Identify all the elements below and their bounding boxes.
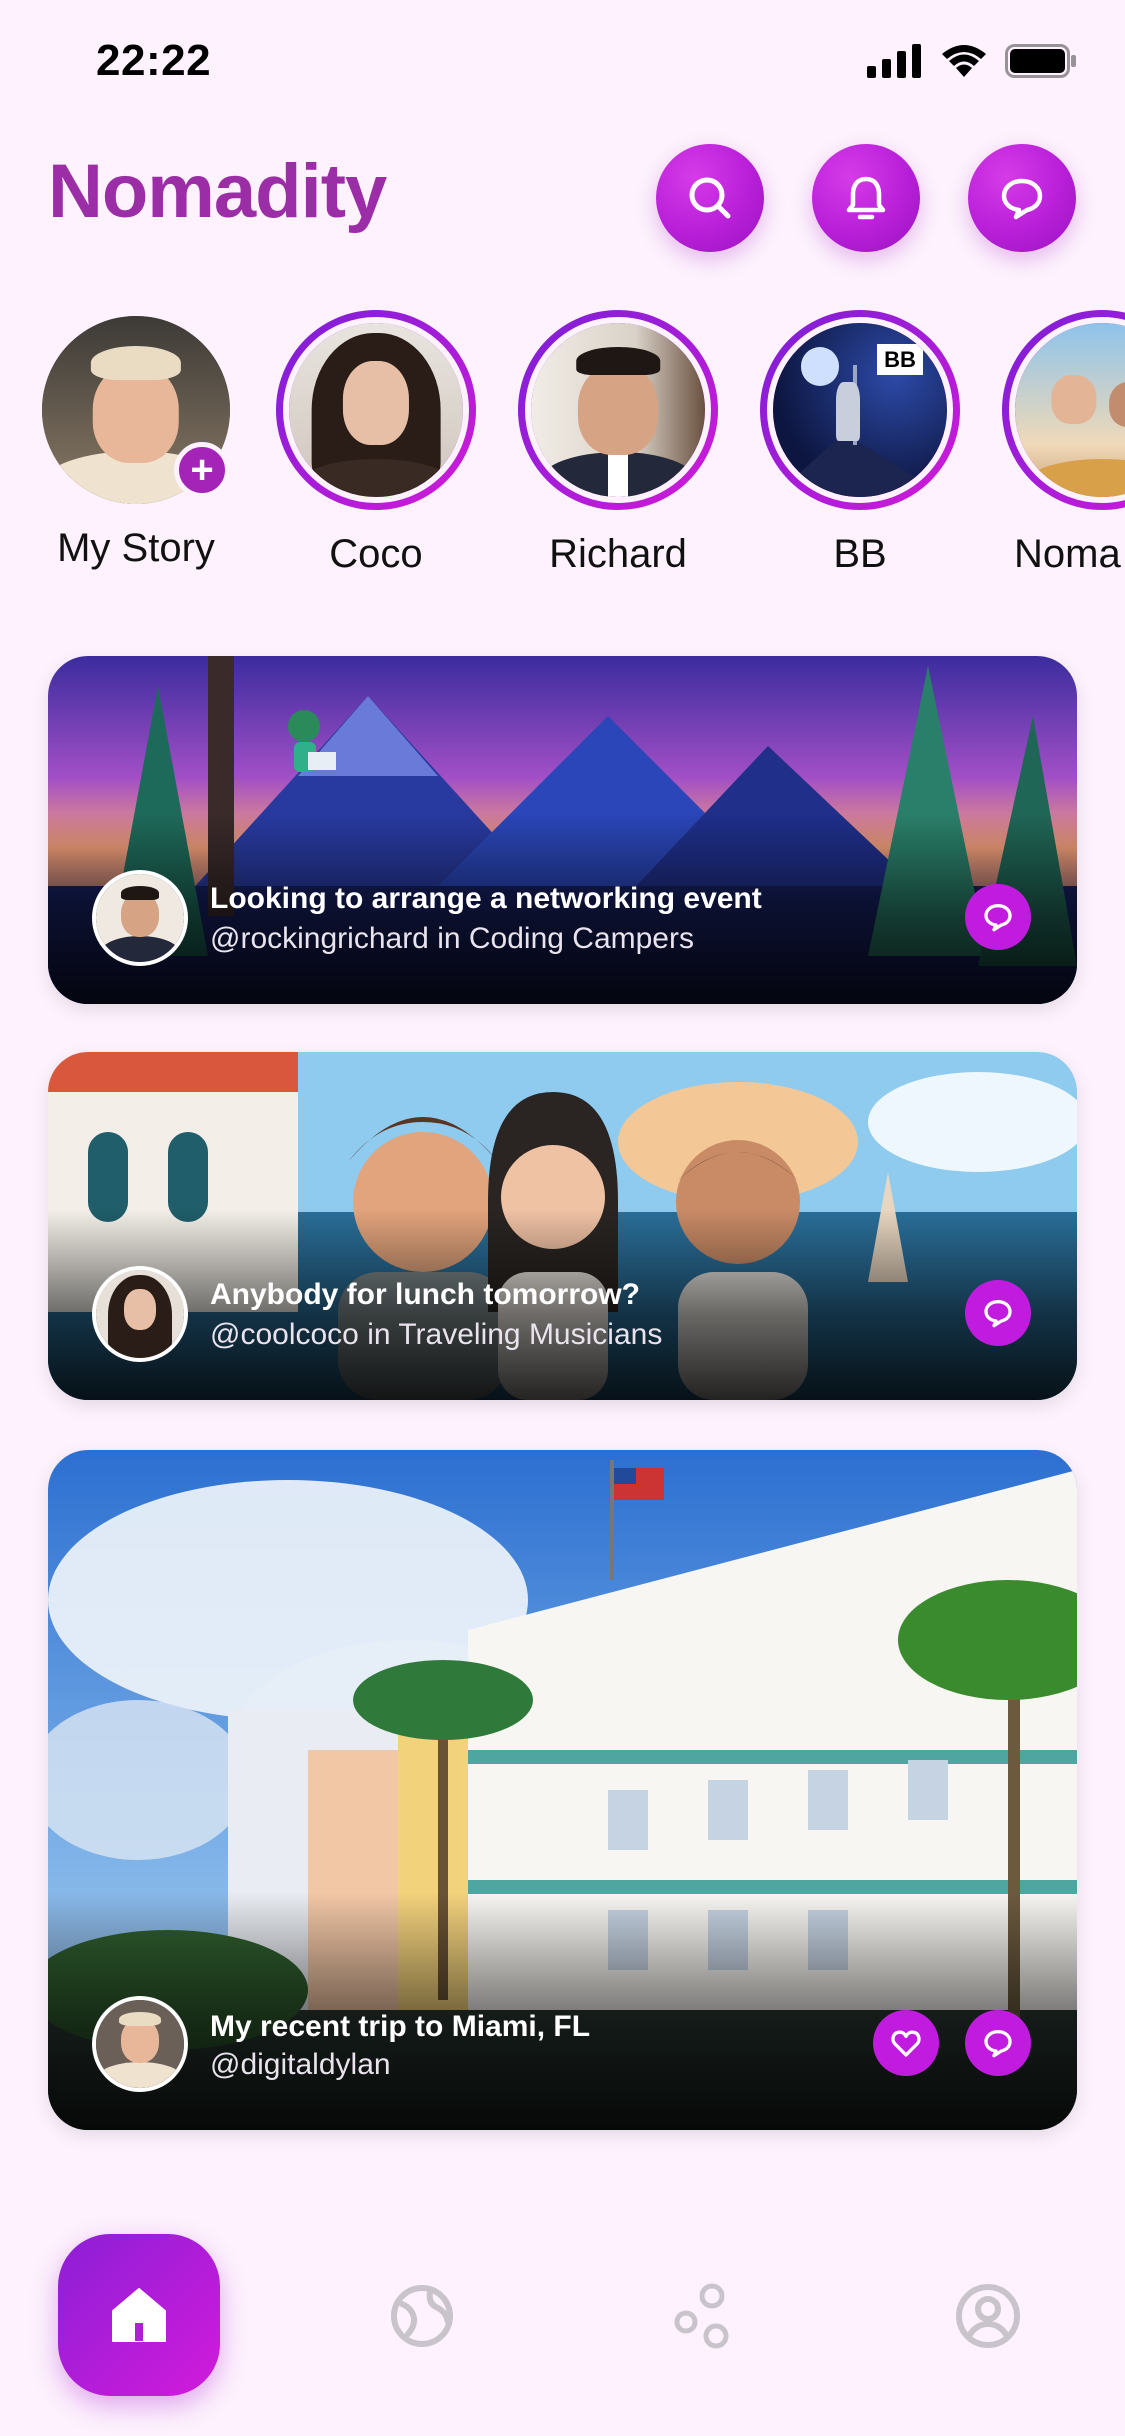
comment-button[interactable]	[965, 2010, 1031, 2076]
card-author-avatar[interactable]	[92, 1266, 188, 1362]
home-icon	[112, 2288, 166, 2342]
cellular-signal-icon	[867, 44, 921, 78]
avatar: BB	[767, 317, 953, 503]
messages-button[interactable]	[968, 144, 1076, 252]
status-bar: 22:22	[0, 0, 1125, 130]
add-story-button[interactable]: +	[174, 442, 230, 498]
card-subtitle: @rockingrichard in Coding Campers	[210, 922, 694, 955]
status-icons	[867, 44, 1077, 78]
community-icon	[674, 2283, 729, 2349]
story-noma[interactable]: Noma	[1002, 310, 1125, 577]
stories-row: + My Story Coco Richard BB BB Noma	[0, 310, 1125, 600]
card-author-avatar[interactable]	[92, 1996, 188, 2092]
like-button[interactable]	[873, 2010, 939, 2076]
story-label: My Story	[57, 526, 215, 570]
avatar	[525, 317, 711, 503]
story-label: Richard	[549, 532, 687, 576]
card-title: My recent trip to Miami, FL	[210, 2010, 591, 2043]
nav-community-button[interactable]	[668, 2280, 740, 2352]
avatar	[1009, 317, 1125, 503]
heart-icon	[891, 2030, 921, 2057]
chat-bubble-icon	[984, 904, 1012, 932]
chat-bubble-icon	[984, 1300, 1012, 1328]
flag-label: BB	[877, 343, 923, 376]
card-title: Looking to arrange a networking event	[210, 882, 762, 915]
story-coco[interactable]: Coco	[276, 310, 476, 577]
feed-card[interactable]: My recent trip to Miami, FL @digitaldyla…	[48, 1450, 1077, 2130]
comment-button[interactable]	[965, 1280, 1031, 1346]
feed-card[interactable]: Looking to arrange a networking event @r…	[48, 656, 1077, 1004]
nav-explore-button[interactable]	[386, 2280, 458, 2352]
story-bb[interactable]: BB BB	[760, 310, 960, 577]
nav-home-button[interactable]	[58, 2234, 220, 2396]
battery-icon	[1005, 44, 1076, 78]
card-title: Anybody for lunch tomorrow?	[210, 1278, 640, 1311]
chat-bubble-icon	[1001, 178, 1043, 220]
avatar	[283, 317, 469, 503]
comment-button[interactable]	[965, 884, 1031, 950]
story-richard[interactable]: Richard	[518, 310, 718, 577]
search-icon	[689, 177, 731, 219]
wifi-icon	[942, 45, 986, 77]
feed-card[interactable]: Anybody for lunch tomorrow? @coolcoco in…	[48, 1052, 1077, 1400]
card-subtitle: @coolcoco in Traveling Musicians	[210, 1318, 663, 1351]
bell-icon	[846, 176, 886, 220]
globe-icon	[391, 2285, 453, 2347]
card-author-avatar[interactable]	[92, 870, 188, 966]
profile-icon	[956, 2284, 1020, 2348]
story-label: BB	[833, 532, 887, 576]
chat-bubble-icon	[984, 2030, 1012, 2058]
search-button[interactable]	[656, 144, 764, 252]
status-time: 22:22	[96, 36, 212, 85]
story-label: Noma	[1014, 532, 1121, 576]
story-label: Coco	[329, 532, 423, 576]
bottom-navigation	[0, 2220, 1125, 2436]
story-my-story[interactable]: + My Story	[36, 310, 236, 571]
notifications-button[interactable]	[812, 144, 920, 252]
app-logo-title: Nomadity	[48, 149, 387, 234]
card-subtitle: @digitaldylan	[210, 2048, 391, 2081]
nav-profile-button[interactable]	[952, 2280, 1024, 2352]
